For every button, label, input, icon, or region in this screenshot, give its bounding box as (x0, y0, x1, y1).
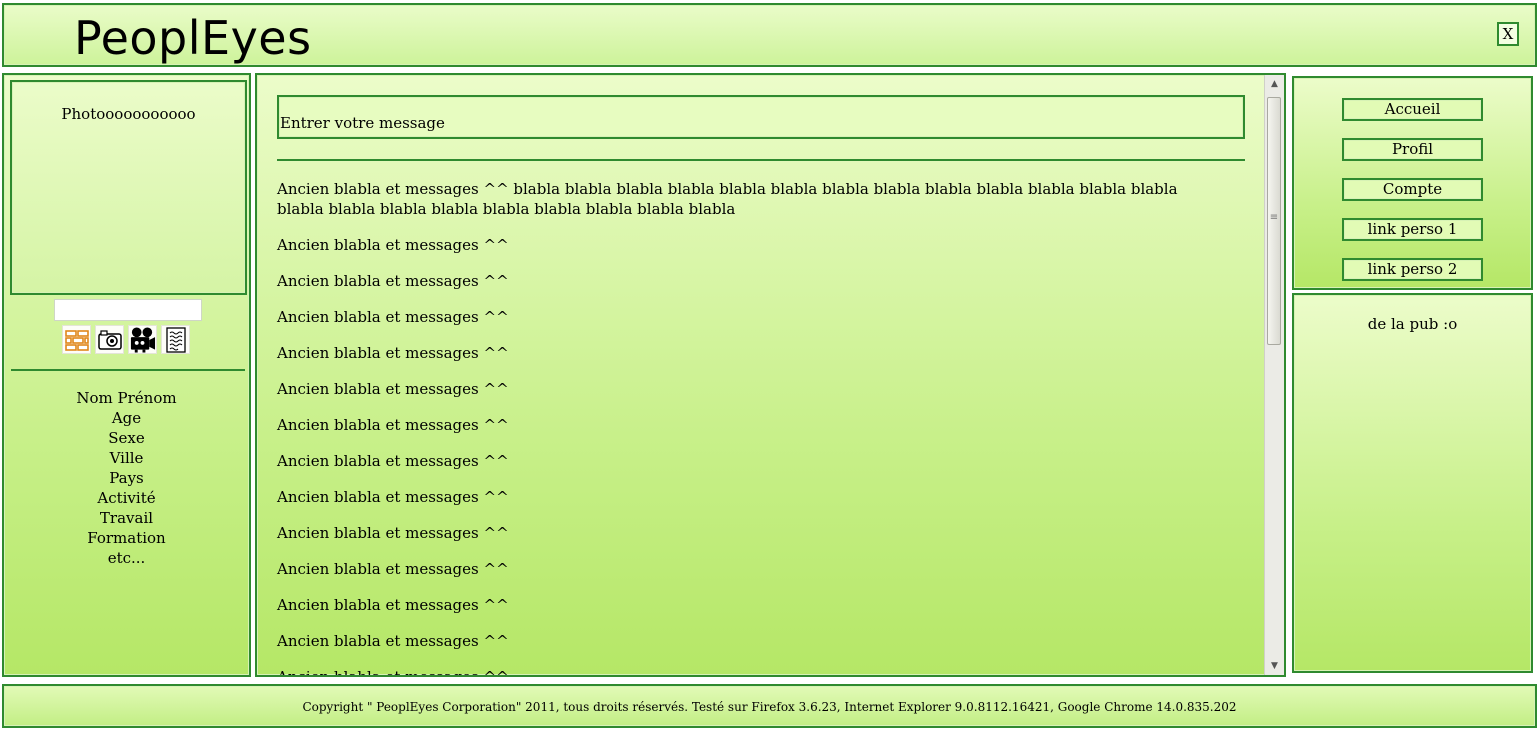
photo-label: Photooooooooooo (61, 105, 196, 123)
sidebar-input[interactable] (54, 299, 202, 321)
message-item: Ancien blabla et messages ^^ (277, 380, 509, 398)
nav-link-perso-2-button[interactable]: link perso 2 (1342, 258, 1483, 281)
feed-divider (277, 159, 1245, 161)
left-sidebar: Photooooooooooo Nom Prénom Age Sexe Vill… (2, 73, 251, 677)
profile-field-work: Travail (99, 509, 154, 527)
right-sidebar: Accueil Profil Compte link perso 1 link … (1288, 73, 1537, 677)
nav-panel: Accueil Profil Compte link perso 1 link … (1292, 76, 1533, 290)
video-camera-icon[interactable] (128, 325, 157, 354)
profile-field-age: Age (111, 409, 142, 427)
message-item: Ancien blabla et messages ^^ (277, 560, 509, 578)
scrollbar-thumb[interactable]: ≡ (1267, 97, 1281, 345)
message-item: Ancien blabla et messages ^^ (277, 524, 509, 542)
message-item: Ancien blabla et messages ^^ (277, 488, 509, 506)
message-item: Ancien blabla et messages ^^ (277, 632, 509, 650)
message-item: Ancien blabla et messages ^^ (277, 668, 509, 677)
media-toolbar (62, 325, 190, 354)
scroll-grip-icon: ≡ (1269, 212, 1279, 223)
ad-panel: de la pub :o (1292, 293, 1533, 673)
message-item: Ancien blabla et messages ^^ (277, 596, 509, 614)
profile-field-activity: Activité (97, 489, 156, 507)
nav-compte-button[interactable]: Compte (1342, 178, 1483, 201)
feed-scrollbar[interactable]: ▲ ≡ ▼ (1264, 75, 1284, 675)
profile-field-name: Nom Prénom (76, 389, 177, 407)
nav-accueil-button[interactable]: Accueil (1342, 98, 1483, 121)
profile-field-education: Formation (87, 529, 166, 547)
nav-link-perso-1-button[interactable]: link perso 1 (1342, 218, 1483, 241)
profile-field-sex: Sexe (108, 429, 145, 447)
scroll-down-arrow-icon[interactable]: ▼ (1265, 657, 1284, 675)
nav-profil-button[interactable]: Profil (1342, 138, 1483, 161)
message-item: Ancien blabla et messages ^^ blabla blab… (277, 180, 1178, 218)
footer-bar: Copyright " PeoplEyes Corporation" 2011,… (2, 684, 1537, 728)
profile-field-city: Ville (109, 449, 144, 467)
profile-photo[interactable]: Photooooooooooo (10, 80, 247, 295)
footer-copyright: Copyright " PeoplEyes Corporation" 2011,… (302, 700, 1237, 714)
message-item: Ancien blabla et messages ^^ (277, 344, 509, 362)
message-item: Ancien blabla et messages ^^ (277, 236, 509, 254)
message-item: Ancien blabla et messages ^^ (277, 308, 509, 326)
message-item: Ancien blabla et messages ^^ (277, 272, 509, 290)
close-button[interactable]: X (1497, 22, 1519, 46)
notes-icon[interactable] (161, 325, 190, 354)
message-list: Ancien blabla et messages ^^ blabla blab… (277, 179, 1227, 677)
message-input[interactable]: Entrer votre message (277, 95, 1245, 139)
profile-field-etc: etc... (107, 549, 146, 567)
wall-icon[interactable] (62, 325, 91, 354)
message-feed-panel: Entrer votre message Ancien blabla et me… (255, 73, 1286, 677)
sidebar-divider (11, 369, 245, 371)
photo-camera-icon[interactable] (95, 325, 124, 354)
header-bar: PeoplEyes X (2, 3, 1537, 67)
profile-fields: Nom Prénom Age Sexe Ville Pays Activité … (4, 388, 249, 568)
ad-text: de la pub :o (1367, 315, 1458, 333)
scroll-up-arrow-icon[interactable]: ▲ (1265, 75, 1284, 93)
message-item: Ancien blabla et messages ^^ (277, 452, 509, 470)
app-title: PeoplEyes (74, 11, 312, 65)
message-item: Ancien blabla et messages ^^ (277, 416, 509, 434)
profile-field-country: Pays (109, 469, 144, 487)
